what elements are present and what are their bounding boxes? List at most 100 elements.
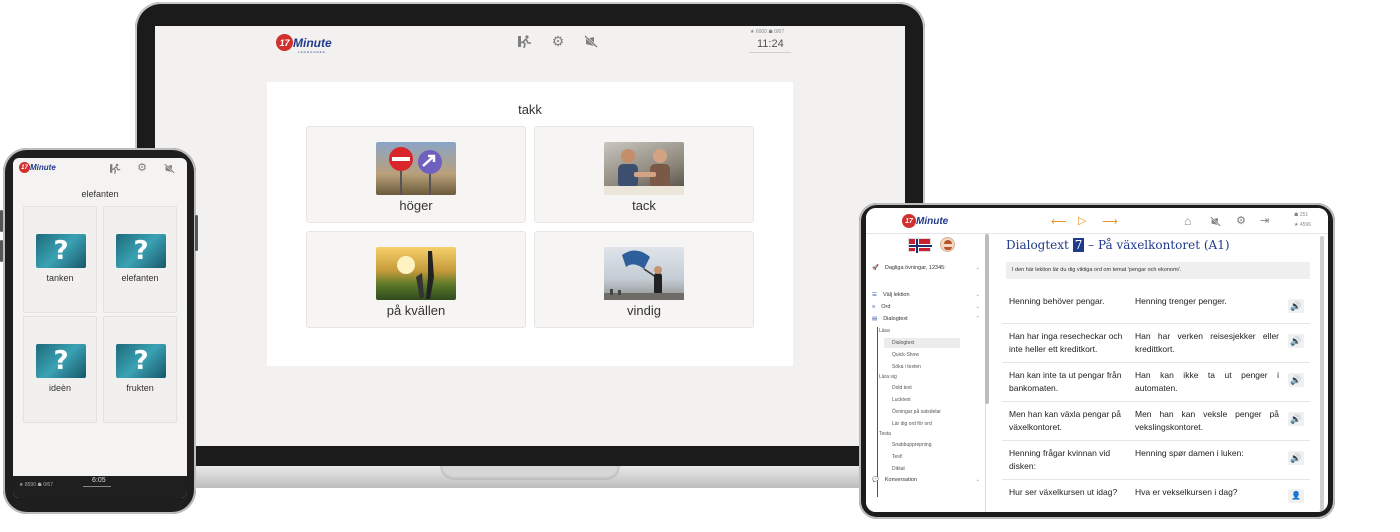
speaker-icon[interactable]: 🔊	[1288, 299, 1304, 313]
exit-lesson-icon[interactable]	[109, 162, 121, 174]
swedish-text: Men han kan växla pengar på växelkontore…	[1009, 409, 1121, 432]
answer-label: frukten	[126, 383, 154, 393]
phone-footer: ★ 8590 ☗ 0/67 6:05	[13, 476, 187, 498]
sidebar-item-label: Dagliga övningar, 12345:	[884, 265, 946, 271]
norwegian-text: Han har verken reisesjekker eller kredit…	[1135, 331, 1279, 354]
answer-tile[interactable]: vindig	[534, 231, 754, 328]
app-logo[interactable]: 17 Minute	[276, 34, 332, 51]
question-mark-image: ?	[36, 344, 86, 378]
submenu-item[interactable]: Söka i texten	[884, 362, 960, 372]
submenu-label: Lär dig ord för ord	[892, 421, 932, 427]
tutor-avatar[interactable]	[940, 237, 955, 252]
submenu-label: Quick-Show	[892, 352, 919, 358]
sidebar-item-words[interactable]: ≡ Ord ⌄	[872, 304, 980, 310]
page-title: Dialogtext 7 – På växelkontoret (A1)	[1006, 238, 1230, 252]
gear-icon[interactable]: ⚙	[1235, 214, 1247, 227]
quiz-card: takk höger tack på kvällen vindig	[267, 82, 793, 366]
norwegian-flag-icon[interactable]	[908, 238, 932, 253]
chevron-down-icon: ⌄	[975, 292, 980, 298]
speaker-icon[interactable]: 🔊	[1288, 412, 1304, 426]
answer-image-vindig	[604, 247, 684, 300]
sidebar-item-label: Ord	[881, 304, 891, 310]
timer-bar	[83, 486, 111, 487]
mute-icon[interactable]	[583, 34, 599, 48]
score-stats: ★ 6000 ☗ 0/67	[750, 29, 784, 35]
app-logo[interactable]: 17 Minute	[19, 162, 56, 173]
gear-icon[interactable]: ⚙	[136, 161, 148, 174]
submenu-item[interactable]: Lucktext	[884, 395, 960, 405]
norwegian-text: Henning trenger penger.	[1135, 296, 1227, 306]
arrow-left-icon[interactable]: ⟵	[1051, 215, 1067, 228]
answer-tile[interactable]: tack	[534, 126, 754, 223]
chevron-down-icon: ⌄	[975, 265, 980, 271]
words-icon: ≡	[872, 304, 876, 310]
person-icon[interactable]: 👤	[1288, 489, 1304, 503]
speaker-icon[interactable]: 🔊	[1288, 334, 1304, 348]
submenu-item[interactable]: Dold text	[884, 383, 960, 393]
submenu-item[interactable]: Lär dig ord för ord	[884, 419, 960, 429]
sidebar-scrollbar[interactable]	[985, 234, 989, 404]
submenu-item[interactable]: Övningar på satsdelar	[884, 407, 960, 417]
score-stats: ★ 8590 ☗ 0/67	[19, 482, 53, 488]
mute-icon[interactable]	[163, 162, 175, 174]
section-heading-test: Testa	[879, 431, 891, 437]
arrow-right-icon[interactable]: ⟶	[1102, 215, 1118, 228]
submenu-item-active[interactable]: Dialogtext	[884, 338, 960, 348]
app-logo[interactable]: 17 Minute	[902, 214, 948, 228]
mute-icon[interactable]	[1209, 215, 1221, 227]
dialog-row: Men han kan växla pengar på växelkontore…	[1002, 402, 1310, 441]
logout-icon[interactable]: ⇥	[1260, 214, 1269, 227]
exit-lesson-icon[interactable]	[517, 34, 533, 48]
swedish-text: Hur ser växelkursen ut idag?	[1009, 487, 1118, 497]
question-mark-image: ?	[116, 344, 166, 378]
laptop-notch	[440, 466, 620, 480]
submenu-item[interactable]: Snabbupprepning	[884, 440, 960, 450]
book-icon: ▤	[872, 316, 878, 322]
logo-badge: 17	[902, 214, 916, 228]
sidebar-item-daily[interactable]: 🚀 Dagliga övningar, 12345: ⌄	[872, 264, 980, 272]
laptop-screen: 17 Minute LANGUAGES ⚙ ★ 6000 ☗ 0/67 11:2…	[155, 26, 905, 446]
logo-badge: 17	[276, 34, 293, 51]
main-scrollbar[interactable]	[1320, 236, 1324, 512]
rocket-icon: 🚀	[872, 265, 879, 271]
quiz-prompt: takk	[518, 102, 542, 117]
sidebar-item-choose-lesson[interactable]: ☰ Välj lektion ⌄	[872, 292, 980, 298]
phone-side-button	[0, 240, 3, 262]
answer-label: elefanten	[121, 273, 159, 283]
submenu-label: Övningar på satsdelar	[892, 409, 941, 415]
play-icon[interactable]: ▷	[1078, 214, 1086, 227]
dialog-row: Hur ser växelkursen ut idag? Hva er veks…	[1002, 480, 1310, 512]
answer-tile[interactable]: ? ideèn	[23, 316, 97, 423]
submenu-item[interactable]: Diktat	[884, 464, 960, 474]
phone-power-button	[195, 215, 198, 251]
dialog-row: Henning behöver pengar. Henning trenger …	[1002, 290, 1310, 324]
chevron-down-icon: ⌄	[975, 304, 980, 310]
submenu-item[interactable]: Quick-Show	[884, 350, 960, 360]
submenu-item[interactable]: Test!	[884, 452, 960, 462]
answer-tile[interactable]: ? tanken	[23, 206, 97, 313]
answer-tile[interactable]: ? frukten	[103, 316, 177, 423]
speaker-icon[interactable]: 🔊	[1288, 451, 1304, 465]
norwegian-text: Hva er vekselkursen i dag?	[1135, 487, 1238, 497]
answer-tile[interactable]: på kvällen	[306, 231, 526, 328]
gear-icon[interactable]: ⚙	[550, 33, 566, 49]
logo-text: Minute	[30, 163, 56, 172]
phone-screen: 17 Minute ⚙ elefanten ? tanken ? elefant…	[13, 158, 187, 498]
dialog-row: Han kan inte ta ut pengar från bankomate…	[1002, 363, 1310, 402]
sidebar-item-label: Konversation	[884, 477, 917, 483]
sidebar-item-dialogtext[interactable]: ▤ Dialogtext ⌃	[872, 316, 980, 322]
timer: 6:05	[92, 477, 106, 484]
speaker-icon[interactable]: 🔊	[1288, 373, 1304, 387]
answer-label: tanken	[46, 273, 74, 283]
home-icon[interactable]: ⌂	[1184, 214, 1191, 228]
answer-image-hoger	[376, 142, 456, 195]
phone-side-button	[0, 210, 3, 232]
answer-tile[interactable]: höger	[306, 126, 526, 223]
answer-tile[interactable]: ? elefanten	[103, 206, 177, 313]
chat-icon: 💬	[872, 477, 879, 483]
sidebar-item-label: Dialogtext	[883, 316, 908, 322]
sidebar-item-label: Välj lektion	[882, 292, 910, 298]
section-heading-learn: Lära sig	[879, 374, 897, 380]
title-text: – På växelkontoret (A1)	[1088, 238, 1230, 252]
sidebar-item-conversation[interactable]: 💬 Konversation ⌄	[872, 477, 980, 483]
